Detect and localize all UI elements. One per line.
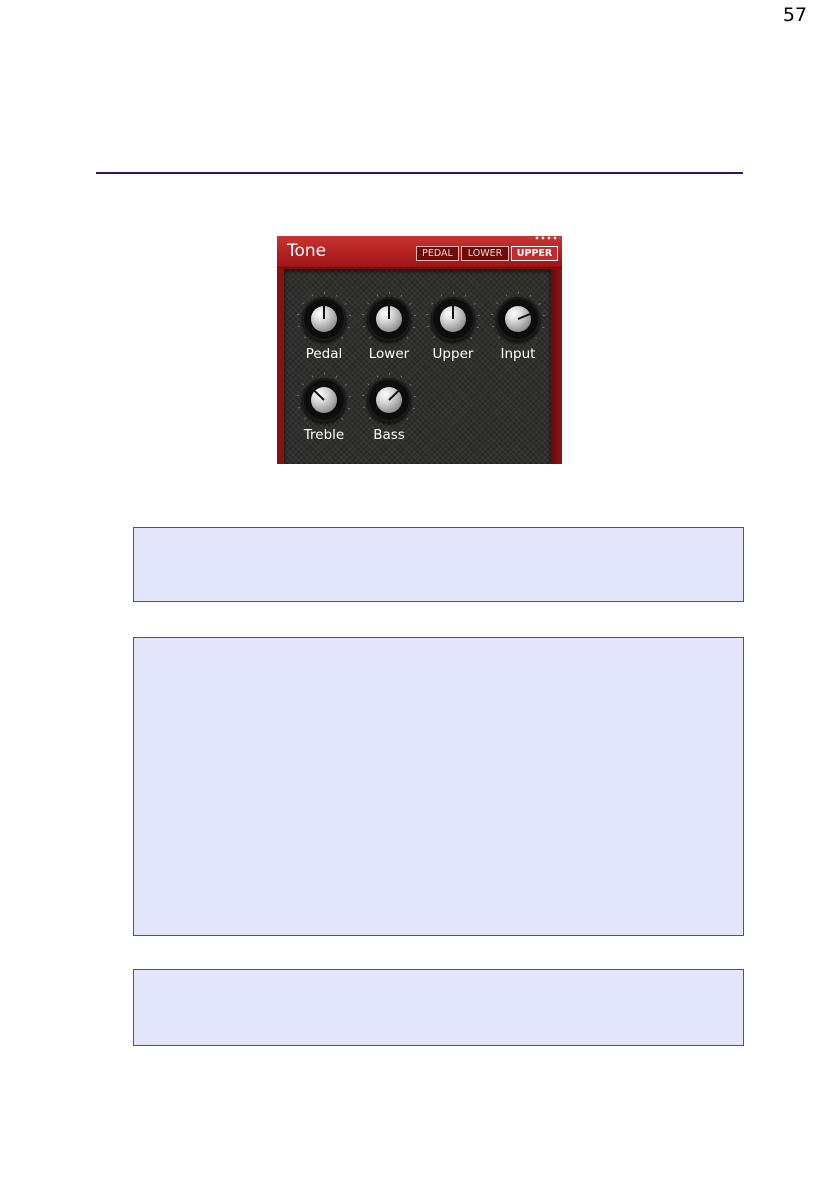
tab-upper[interactable]: UPPER — [511, 246, 558, 261]
page-number: 57 — [782, 4, 807, 26]
note-box — [133, 969, 744, 1046]
note-box — [133, 637, 744, 936]
knob-unit-bass: Bass — [357, 372, 421, 452]
upper-knob-label: Upper — [432, 346, 474, 362]
treble-knob-label: Treble — [303, 427, 345, 443]
bass-knob-label: Bass — [373, 427, 405, 443]
lower-knob-label: Lower — [368, 346, 410, 362]
knob-pointer — [323, 302, 325, 319]
tab-lower[interactable]: LOWER — [461, 246, 509, 261]
tone-panel-header: Tone PEDAL LOWER UPPER — [277, 236, 562, 268]
knob-pointer — [388, 302, 390, 319]
header-rule — [96, 172, 743, 174]
pedal-knob-label: Pedal — [305, 346, 343, 362]
tone-panel: Tone PEDAL LOWER UPPER Pedal Lower Upper… — [277, 236, 562, 464]
knob-area: Pedal Lower Upper Input Treble Bass — [284, 269, 551, 464]
input-knob-label: Input — [500, 346, 536, 362]
input-knob[interactable] — [496, 297, 540, 341]
knob-unit-upper: Upper — [421, 291, 485, 371]
treble-knob[interactable] — [302, 378, 346, 422]
lower-knob[interactable] — [367, 297, 411, 341]
manual-tab-group: PEDAL LOWER UPPER — [416, 246, 558, 261]
knob-unit-treble: Treble — [292, 372, 356, 452]
tone-panel-title: Tone — [287, 241, 327, 261]
knob-unit-pedal: Pedal — [292, 291, 356, 371]
drag-grip-icon[interactable] — [534, 236, 560, 240]
knob-unit-input: Input — [486, 291, 550, 371]
knob-pointer — [452, 302, 454, 319]
upper-knob[interactable] — [431, 297, 475, 341]
pedal-knob[interactable] — [302, 297, 346, 341]
knob-unit-lower: Lower — [357, 291, 421, 371]
tab-pedal[interactable]: PEDAL — [416, 246, 459, 261]
bass-knob[interactable] — [367, 378, 411, 422]
note-box — [133, 527, 744, 602]
panel-right-edge — [551, 269, 562, 464]
